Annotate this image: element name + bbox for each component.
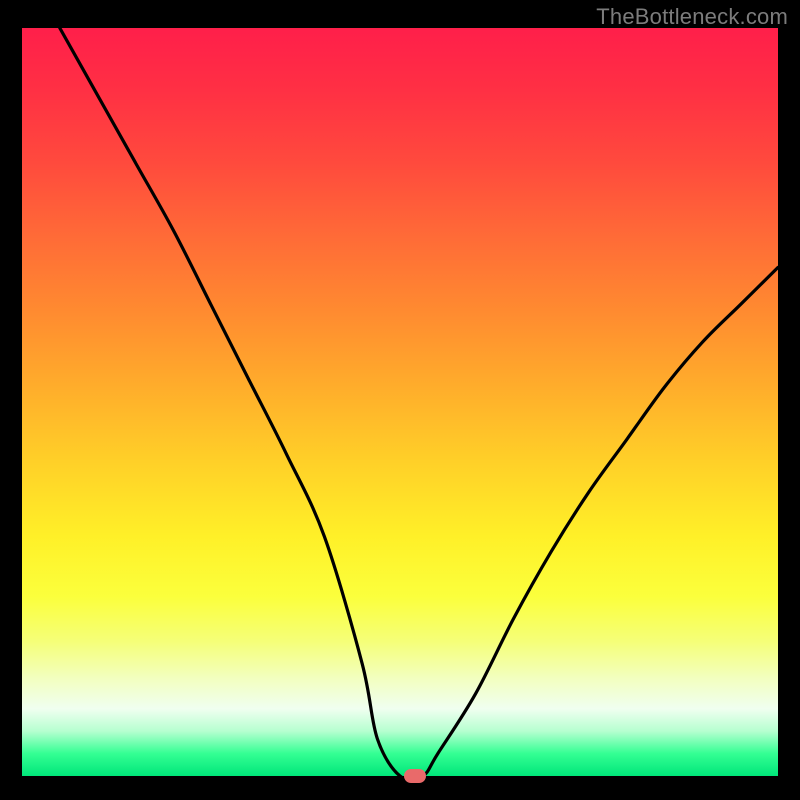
watermark-text: TheBottleneck.com [596,4,788,30]
curve-path [60,28,778,776]
chart-frame: TheBottleneck.com [0,0,800,800]
bottleneck-curve [22,28,778,776]
optimal-point-marker [404,769,426,783]
